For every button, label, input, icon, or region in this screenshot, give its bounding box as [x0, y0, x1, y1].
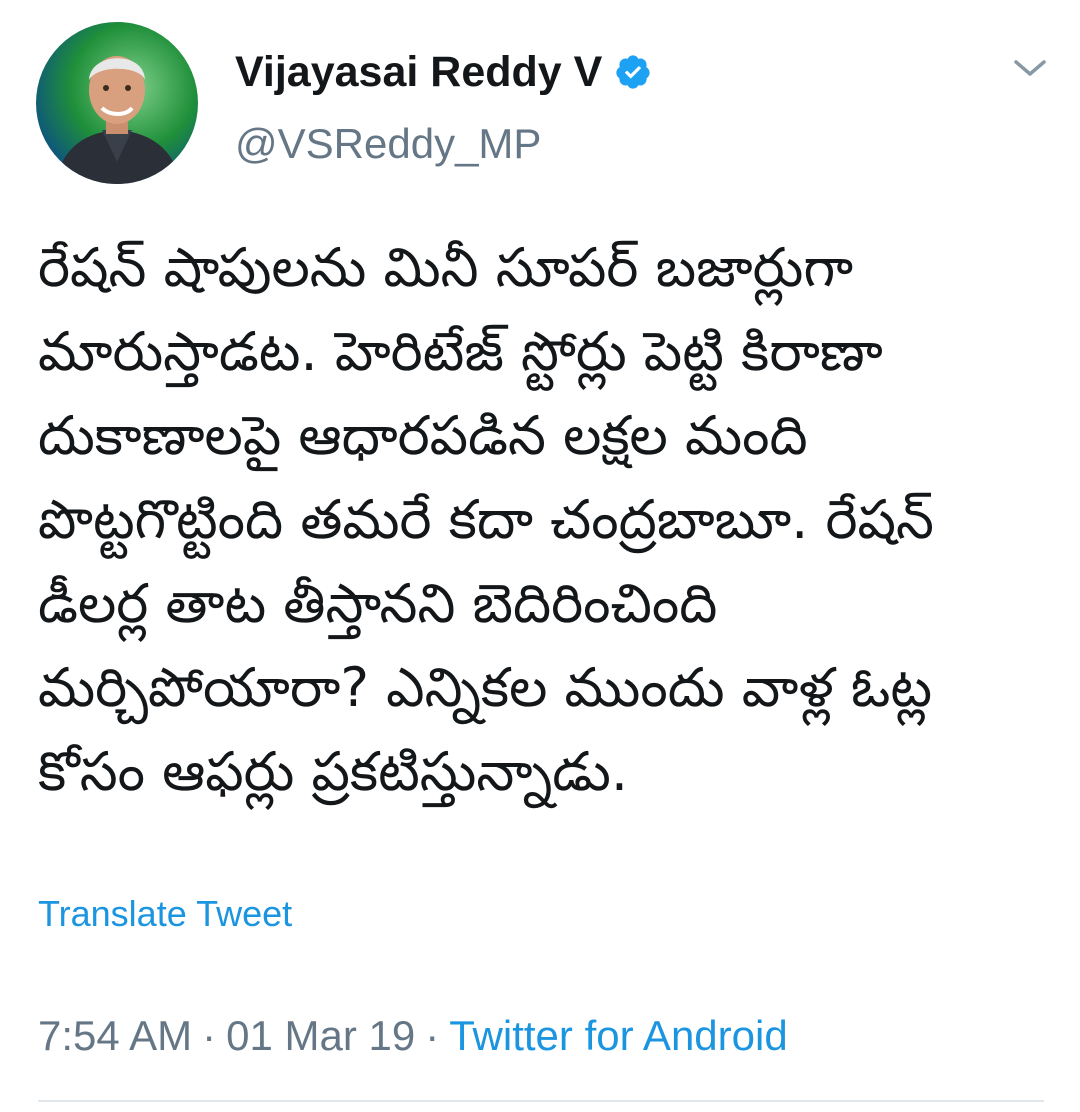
translate-tweet-link[interactable]: Translate Tweet — [38, 893, 292, 935]
tweet-text: రేషన్ షాపులను మినీ సూపర్ బజార్లుగా మారుస… — [38, 236, 952, 803]
avatar-image — [36, 22, 198, 184]
author-display-name[interactable]: Vijayasai Reddy V — [235, 48, 602, 97]
separator-dot: · — [425, 1012, 440, 1059]
avatar[interactable] — [36, 22, 198, 184]
verified-badge-icon — [614, 53, 652, 91]
divider — [38, 1100, 1044, 1102]
tweet-metadata: 7:54 AM · 01 Mar 19 · Twitter for Androi… — [38, 1012, 788, 1060]
author-name-row: Vijayasai Reddy V — [235, 44, 652, 100]
tweet-time: 7:54 AM — [38, 1012, 193, 1059]
author-handle[interactable]: @VSReddy_MP — [235, 120, 541, 168]
tweet-card: Vijayasai Reddy V @VSReddy_MP రేషన్ షాపు… — [0, 0, 1080, 1112]
tweet-date: 01 Mar 19 — [226, 1012, 416, 1059]
chevron-down-icon[interactable] — [1010, 52, 1050, 84]
tweet-source-link[interactable]: Twitter for Android — [449, 1012, 787, 1060]
separator-dot: · — [202, 1012, 217, 1059]
